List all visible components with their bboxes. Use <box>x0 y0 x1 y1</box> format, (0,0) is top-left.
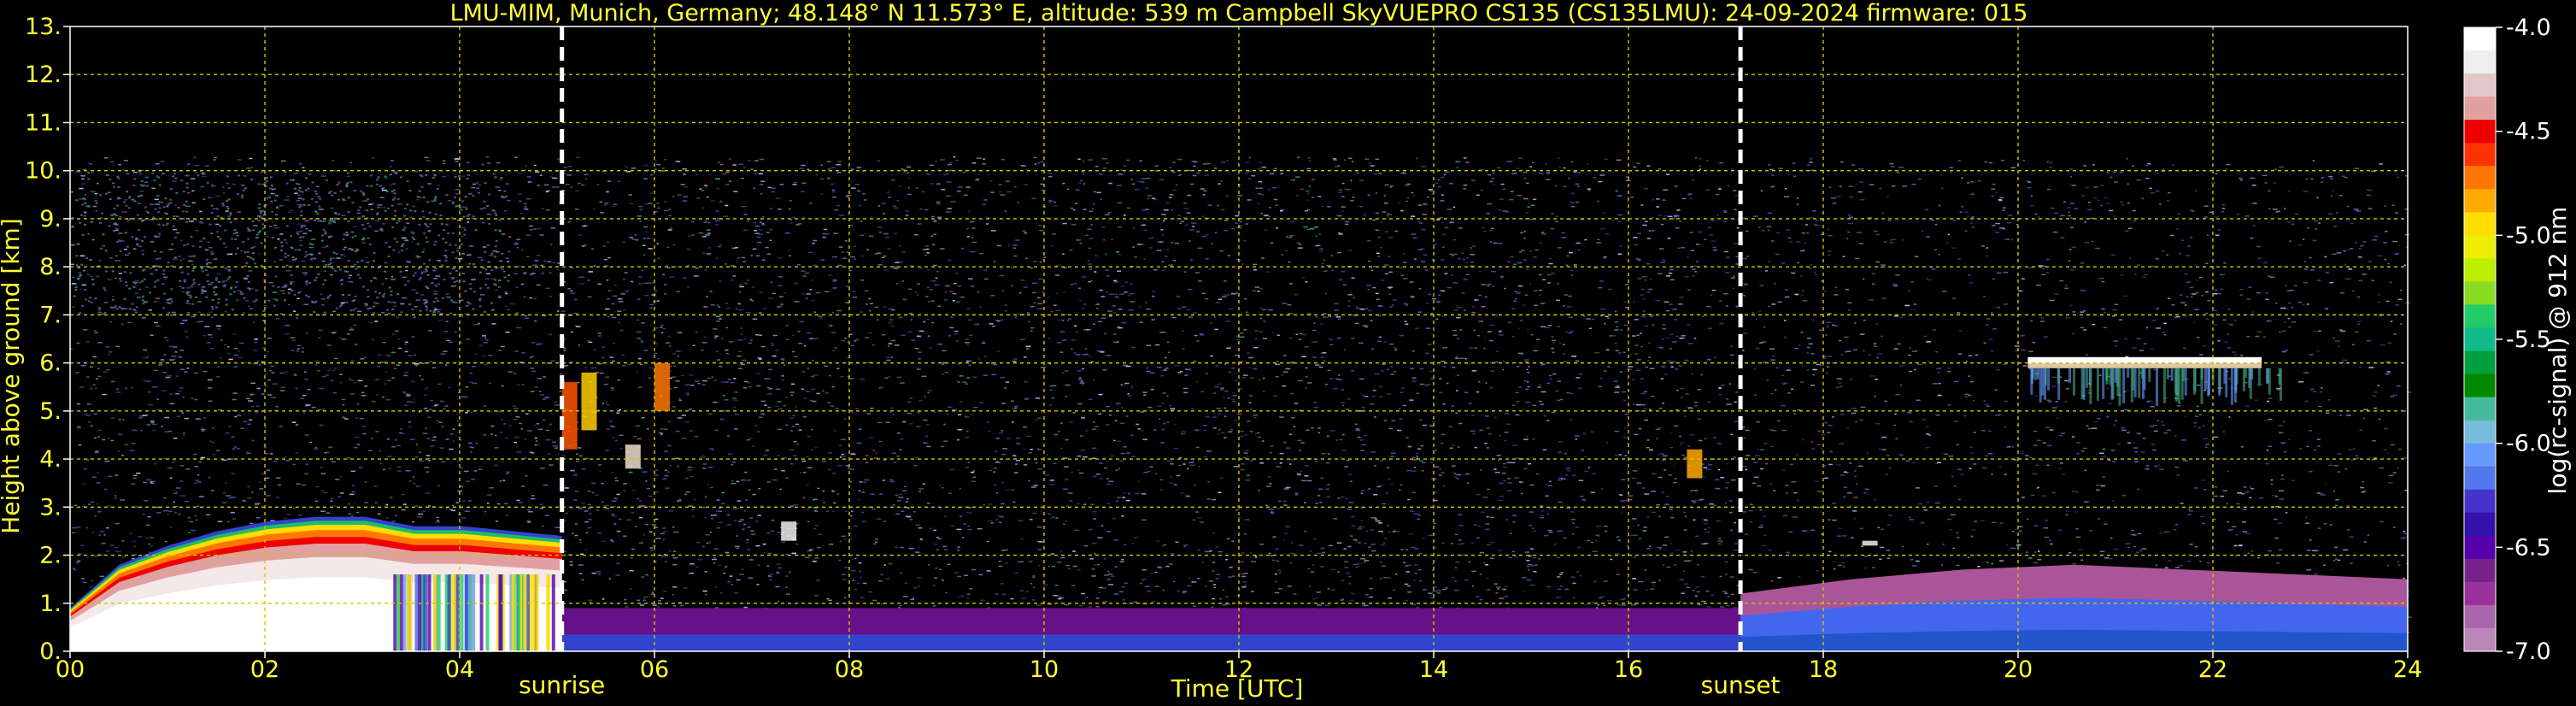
x-tick-label: 24 <box>2393 656 2422 683</box>
y-tick-label: 13. <box>25 14 62 40</box>
y-tick-label: 12. <box>25 62 62 88</box>
colorbar-tick-label: -4.0 <box>2506 15 2551 41</box>
colorbar-tick-label: -7.0 <box>2506 638 2551 665</box>
y-tick-label: 7. <box>39 302 62 328</box>
colorbar-swatch <box>2464 558 2496 583</box>
colorbar-swatch <box>2464 350 2496 375</box>
y-tick-label: 6. <box>39 350 62 377</box>
colorbar-swatch <box>2464 627 2496 652</box>
event-label-sunset: sunset <box>1701 671 1781 699</box>
y-tick-label: 2. <box>39 543 62 569</box>
y-tick-label: 0. <box>39 638 62 665</box>
colorbar-swatch <box>2464 443 2496 468</box>
colorbar-swatch <box>2464 27 2496 51</box>
colorbar-label: log(rc-signal) @ 912 nm <box>2544 207 2572 495</box>
colorbar-swatch <box>2464 189 2496 213</box>
x-tick-label: 06 <box>640 656 669 683</box>
x-tick-label: 08 <box>835 656 864 683</box>
y-tick-label: 11. <box>25 109 62 136</box>
colorbar-swatch <box>2464 235 2496 259</box>
colorbar-swatch <box>2464 258 2496 283</box>
x-tick-label: 18 <box>1809 656 1838 683</box>
colorbar-swatch <box>2464 120 2496 144</box>
plot-area <box>70 26 2412 651</box>
x-tick-label: 02 <box>250 656 279 683</box>
y-tick-label: 9. <box>39 206 62 232</box>
colorbar-swatch <box>2464 97 2496 121</box>
y-tick-label: 8. <box>39 254 62 280</box>
colorbar-tick-label: -6.5 <box>2506 534 2551 561</box>
y-axis-label: Height above ground [km] <box>0 218 25 534</box>
boundary-layer-day <box>561 608 1741 651</box>
colorbar-tick-label: -4.5 <box>2506 119 2551 145</box>
x-tick-label: 04 <box>445 656 474 683</box>
colorbar-swatch <box>2464 397 2496 421</box>
chart-title: LMU-MIM, Munich, Germany; 48.148° N 11.5… <box>450 0 2028 26</box>
event-label-sunrise: sunrise <box>519 671 605 699</box>
ceilometer-chart: LMU-MIM, Munich, Germany; 48.148° N 11.5… <box>0 0 2576 706</box>
y-tick-label: 1. <box>39 591 62 617</box>
y-tick-label: 4. <box>39 446 62 473</box>
colorbar-swatch <box>2464 212 2496 236</box>
colorbar-swatch <box>2464 535 2496 560</box>
colorbar-swatch <box>2464 489 2496 514</box>
colorbar-swatch <box>2464 166 2496 190</box>
colorbar-swatch <box>2464 581 2496 606</box>
x-tick-label: 20 <box>2004 656 2033 683</box>
colorbar-swatch <box>2464 420 2496 444</box>
y-tick-label: 3. <box>39 494 62 521</box>
colorbar-swatch <box>2464 466 2496 491</box>
colorbar-swatch <box>2464 74 2496 97</box>
colorbar-swatch <box>2464 281 2496 306</box>
x-axis-label: Time [UTC] <box>1171 674 1304 703</box>
colorbar-swatch <box>2464 374 2496 398</box>
x-tick-label: 14 <box>1419 656 1448 683</box>
colorbar-swatch <box>2464 143 2496 167</box>
x-tick-label: 10 <box>1030 656 1059 683</box>
colorbar-swatch <box>2464 304 2496 329</box>
y-tick-label: 10. <box>25 158 62 185</box>
x-tick-label: 16 <box>1614 656 1643 683</box>
y-tick-label: 5. <box>39 398 62 425</box>
colorbar-swatch <box>2464 50 2496 74</box>
colorbar-swatch <box>2464 327 2496 352</box>
x-tick-label: 22 <box>2198 656 2227 683</box>
colorbar-swatch <box>2464 512 2496 537</box>
colorbar-swatch <box>2464 604 2496 629</box>
